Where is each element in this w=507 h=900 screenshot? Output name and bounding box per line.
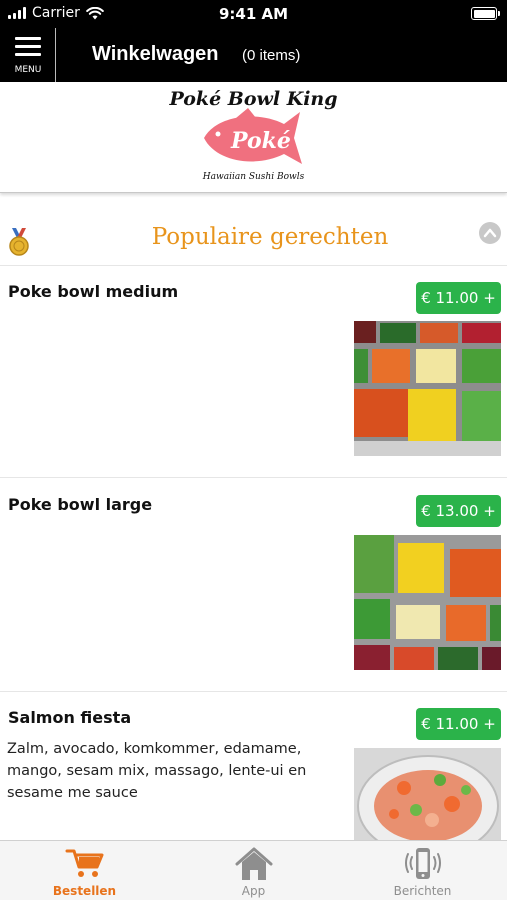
logo-fish-text: Poké [231, 128, 291, 154]
product-item[interactable]: Poke bowl medium € 11.00 + [0, 266, 507, 478]
product-name: Poke bowl large [8, 495, 153, 514]
product-item[interactable]: Poke bowl large € 13.00 + [0, 479, 507, 692]
cart-icon [65, 849, 103, 877]
phone-vibrate-icon [404, 848, 441, 879]
top-nav: MENU Winkelwagen (0 items) [0, 28, 507, 82]
status-bar: Carrier 9:41 AM [0, 0, 507, 28]
collapse-button[interactable] [479, 222, 501, 244]
add-to-cart-button[interactable]: € 13.00 + [416, 495, 501, 527]
menu-label: MENU [14, 65, 42, 75]
tab-bestellen[interactable]: Bestellen [0, 841, 169, 900]
add-to-cart-button[interactable]: € 11.00 + [416, 708, 501, 740]
tab-label: Bestellen [52, 884, 117, 898]
tab-berichten[interactable]: Berichten [338, 841, 507, 900]
hamburger-icon [15, 37, 41, 61]
bottom-tab-bar: Bestellen App Berichten [0, 840, 507, 900]
product-photo[interactable] [354, 535, 501, 670]
section-title: Populaire gerechten [151, 224, 389, 250]
add-to-cart-button[interactable]: € 11.00 + [416, 282, 501, 314]
tab-app[interactable]: App [169, 841, 338, 900]
home-icon [235, 847, 272, 880]
logo-subtitle: Hawaiian Sushi Bowls [202, 172, 305, 182]
product-photo[interactable] [354, 748, 501, 840]
page-title: Winkelwagen [92, 43, 219, 65]
tab-label: App [241, 884, 266, 898]
cart-item-count: (0 items) [242, 47, 301, 64]
tab-label: Berichten [393, 884, 452, 898]
logo-title: Poké Bowl King [169, 88, 338, 110]
product-name: Salmon fiesta [8, 708, 132, 727]
product-item[interactable]: Salmon fiesta Zalm, avocado, komkommer, … [0, 692, 507, 840]
product-name: Poke bowl medium [8, 282, 179, 301]
menu-button[interactable]: MENU [0, 28, 56, 82]
category-header[interactable]: Populaire gerechten [0, 212, 507, 266]
battery-icon [471, 7, 500, 20]
status-time: 9:41 AM [218, 5, 289, 23]
chevron-up-icon [483, 228, 497, 238]
product-photo[interactable] [354, 321, 501, 456]
product-description: Zalm, avocado, komkommer, edamame, mango… [7, 741, 307, 801]
restaurant-logo: Poké Bowl King Poké Hawaiian Sushi Bowls [0, 82, 507, 193]
